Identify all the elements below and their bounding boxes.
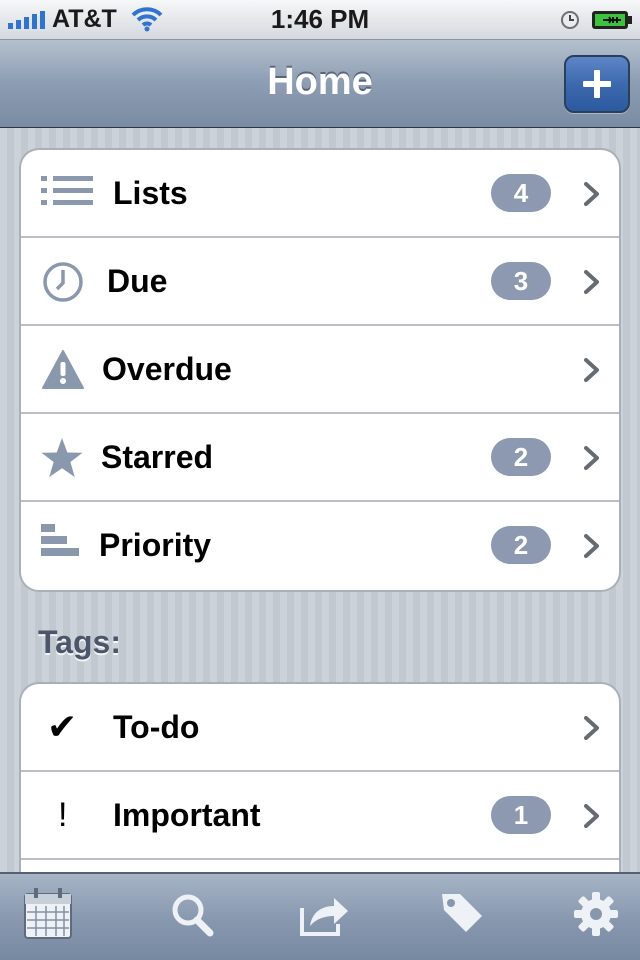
tab-share[interactable] [298,886,350,942]
tab-bar [0,872,640,960]
status-bar: AT&T 1:46 PM [0,0,640,40]
row-overdue[interactable]: Overdue [21,326,619,414]
tags-list-group: ✔ To-do ! Important 1 [19,682,621,872]
battery-charging-icon [592,11,632,29]
checkmark-icon: ✔ [47,706,78,747]
row-label: Important [113,797,261,833]
tag-icon [442,894,482,932]
clock-icon [43,262,83,302]
add-button[interactable] [564,55,630,113]
list-icon [41,176,93,205]
status-time: 1:46 PM [270,4,370,34]
tags-section-header: Tags: [38,624,121,660]
home-list-group: Lists 4 Due 3 Overdue Starred 2 Priority… [19,148,621,592]
count-badge: 1 [491,796,551,834]
count-badge: 2 [491,438,551,476]
row-starred[interactable]: Starred 2 [21,414,619,502]
row-label: To-do [113,709,200,745]
count-badge: 2 [491,526,551,564]
row-due[interactable]: Due 3 [21,238,619,326]
tab-settings[interactable] [570,886,622,942]
gear-icon [574,892,618,936]
count-badge: 3 [491,262,551,300]
tab-tags[interactable] [436,886,488,942]
row-label: Due [107,263,168,299]
star-icon [41,438,83,477]
tab-calendar[interactable] [22,886,74,942]
row-priority[interactable]: Priority 2 [21,502,619,590]
count-badge: 4 [491,174,551,212]
tab-search[interactable] [166,886,218,942]
chevron-right-icon [584,534,599,558]
exclamation-icon: ! [58,796,68,834]
row-label: Lists [113,175,188,211]
home-content[interactable]: Lists 4 Due 3 Overdue Starred 2 Priority… [0,128,640,872]
row-lists[interactable]: Lists 4 [21,150,619,238]
row-tag-partial[interactable] [21,860,619,872]
navigation-bar: Home [0,40,640,128]
alarm-clock-icon [561,11,579,29]
row-tag-todo[interactable]: ✔ To-do [21,684,619,772]
chevron-right-icon [584,358,599,382]
chevron-right-icon [584,804,599,828]
row-tag-important[interactable]: ! Important 1 [21,772,619,860]
page-title: Home [267,61,373,103]
chevron-right-icon [584,716,599,740]
chevron-right-icon [584,446,599,470]
share-icon [300,898,348,936]
chevron-right-icon [584,182,599,206]
calendar-icon [24,888,72,939]
chevron-right-icon [584,270,599,294]
row-label: Priority [99,527,212,563]
row-label: Overdue [102,351,232,387]
warning-icon [42,350,84,389]
search-icon [172,894,214,937]
priority-bars-icon [41,524,79,556]
row-label: Starred [101,439,214,475]
